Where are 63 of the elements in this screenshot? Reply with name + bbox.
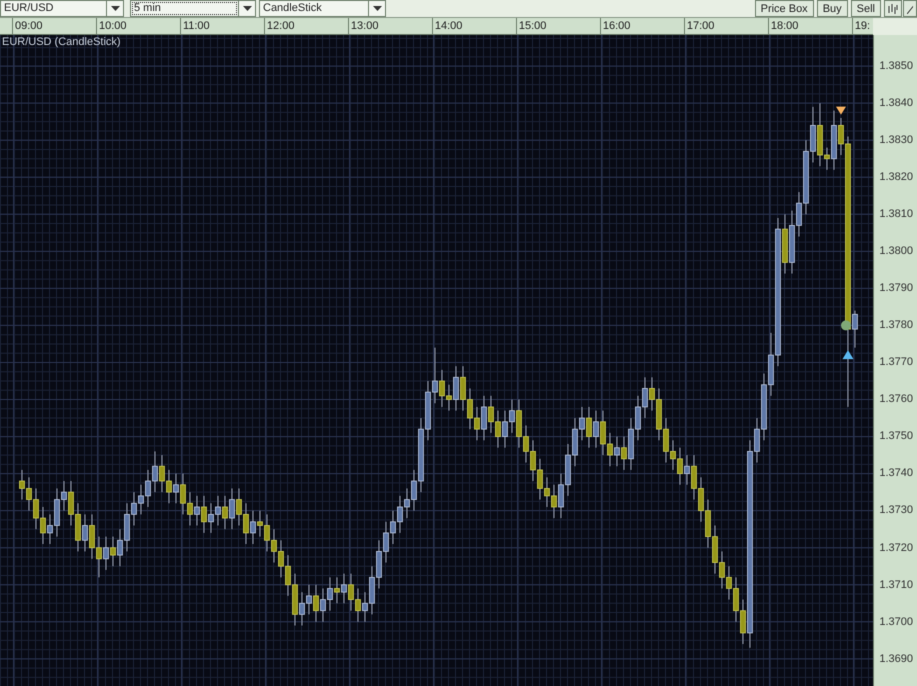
candlestick [684,454,690,486]
candlestick [173,473,179,504]
price-label: 1.3750 [878,429,914,444]
candlestick [852,310,858,348]
circle-icon [840,320,851,330]
candlestick [250,510,256,545]
time-label: 10:00 [98,19,126,34]
candlestick [621,436,627,470]
price-label: 1.3710 [878,578,914,593]
price-label: 1.3810 [878,207,914,222]
time-label: 09:00 [14,19,42,34]
chart-title: EUR/USD (CandleStick) [2,36,121,48]
line-tool-icon[interactable] [903,0,917,17]
price-label: 1.3720 [878,540,914,556]
time-label: 16:00 [602,19,630,34]
price-label: 1.3760 [878,392,914,408]
candlestick [453,366,459,412]
toolbar-button[interactable]: Buy [816,0,848,17]
symbol-dropdown[interactable]: EUR/USD [0,0,124,17]
time-label: 19: [854,19,870,34]
time-label: 13:00 [350,19,378,34]
candlestick [110,536,116,567]
candlestick [481,395,487,441]
candlestick [82,514,88,552]
time-label: 14:00 [434,19,462,34]
caret-icon [238,1,255,16]
time-label: 12:00 [266,19,294,34]
price-label: 1.3770 [878,355,914,370]
candlestick [201,495,207,534]
candlestick [341,573,347,604]
candlestick [313,584,319,622]
price-label: 1.3730 [878,503,914,518]
toolbar-button[interactable]: Price Box [754,0,814,17]
candlestick [593,410,599,448]
price-label: 1.3790 [878,281,914,296]
down-triangle-icon [836,106,846,115]
caret-icon [368,1,385,16]
time-label: 11:00 [182,19,210,34]
candlestick [229,488,235,530]
price-label: 1.3800 [878,244,914,260]
price-label: 1.3700 [878,614,914,630]
time-label: 17:00 [686,19,714,34]
up-triangle-icon [842,350,854,360]
bars-icon[interactable] [884,0,902,17]
candlestick [194,495,200,526]
price-label: 1.3840 [878,96,914,112]
chart-type-dropdown[interactable]: CandleStick [259,0,386,17]
price-label: 1.3780 [878,318,914,334]
price-label: 1.3740 [878,466,914,482]
price-label: 1.3820 [878,170,914,186]
toolbar-button[interactable]: Sell [850,0,881,17]
candlestick [586,406,592,448]
price-label: 1.3850 [878,59,914,74]
price-label: 1.3830 [878,133,914,148]
caret-icon [106,1,123,16]
timeframe-dropdown[interactable]: 5 min [130,0,256,17]
time-label: 15:00 [518,19,546,34]
price-label: 1.3690 [878,652,914,667]
candlestick [614,436,620,467]
candlestick [103,536,109,570]
time-label: 18:00 [770,19,798,34]
candlestick [334,576,340,604]
candlestick [222,495,228,530]
